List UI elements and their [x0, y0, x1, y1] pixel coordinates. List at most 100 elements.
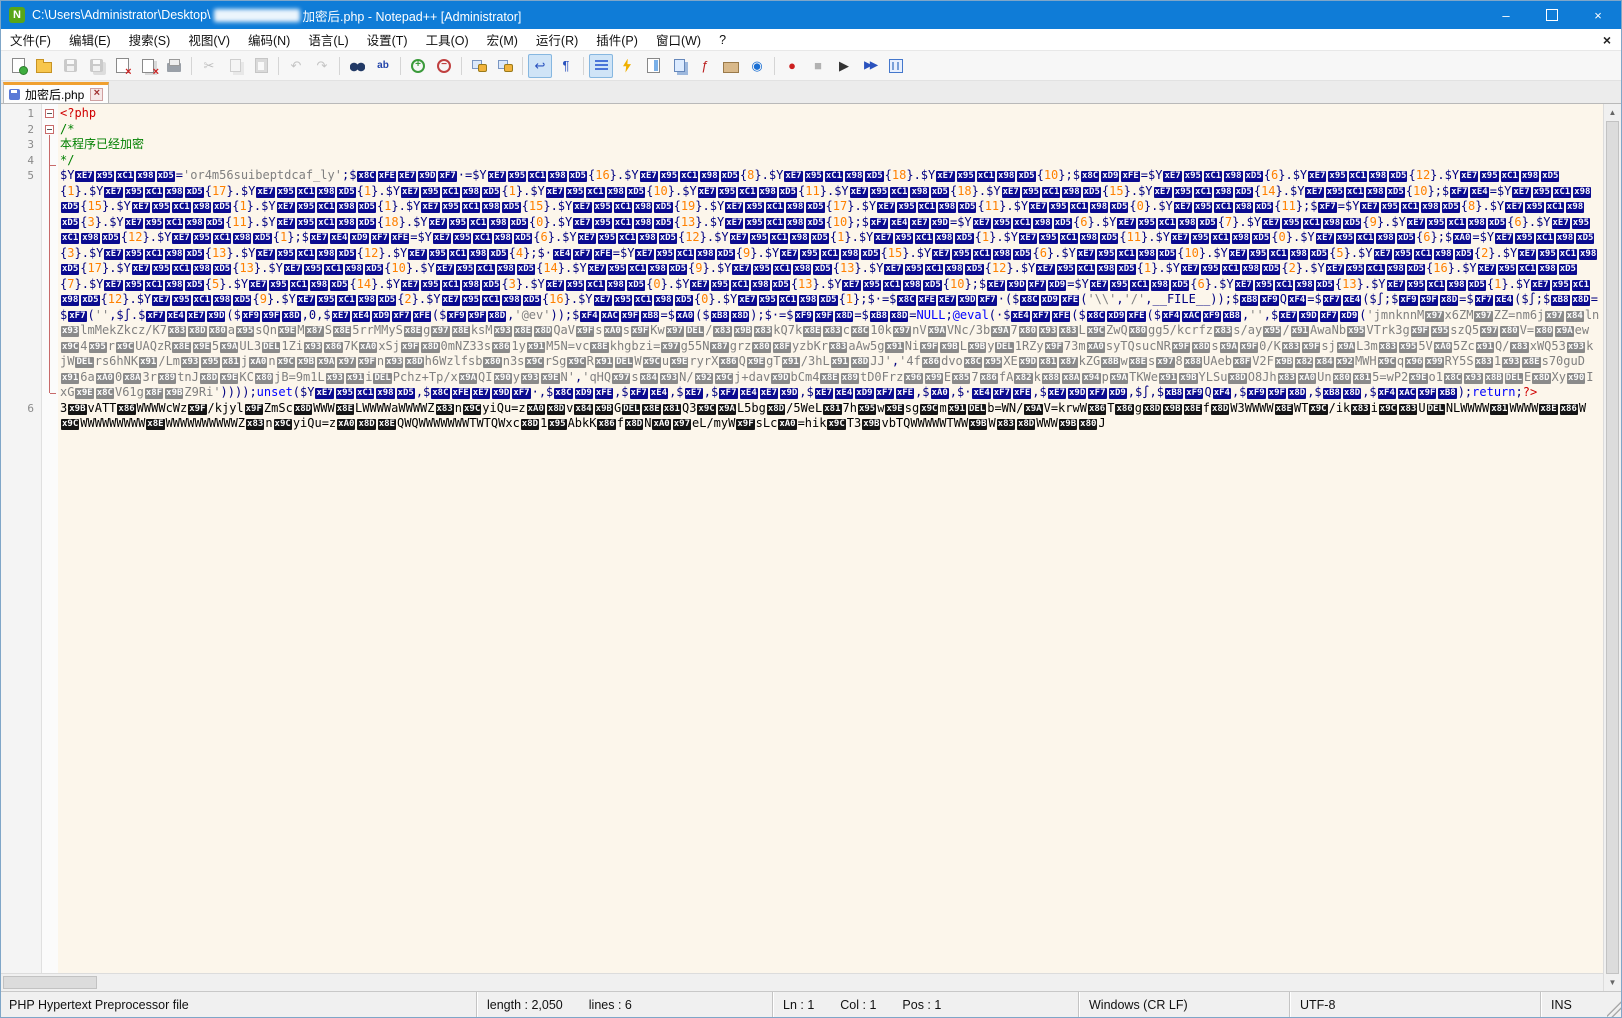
- control-char-block: x9D: [1007, 280, 1025, 291]
- macro-record-button[interactable]: ●: [780, 54, 804, 78]
- control-char-block: x95: [1022, 187, 1040, 198]
- show-all-characters-button[interactable]: ¶: [554, 54, 578, 78]
- control-char-block: x9D: [1068, 388, 1086, 399]
- copy-button[interactable]: [223, 54, 247, 78]
- menu-item-12[interactable]: ?: [710, 31, 735, 49]
- control-char-block: x8E: [452, 326, 470, 337]
- launch-shortcut-button[interactable]: [615, 54, 639, 78]
- save-all-button[interactable]: [84, 54, 108, 78]
- control-char-block: x9A: [991, 326, 1009, 337]
- save-button[interactable]: [58, 54, 82, 78]
- menu-item-5[interactable]: 语言(L): [299, 28, 357, 51]
- menu-item-4[interactable]: 编码(N): [239, 28, 299, 51]
- status-insert-mode[interactable]: INS: [1540, 992, 1607, 1017]
- close-button[interactable]: ×: [1575, 1, 1621, 29]
- menu-item-1[interactable]: 编辑(E): [60, 28, 120, 51]
- fold-collapse-icon[interactable]: [45, 125, 54, 134]
- sync-vertical-scroll-button[interactable]: [467, 54, 491, 78]
- code-line-6[interactable]: 3x9BvATTx86WWWWcWzx9F/kjylx9FZmScx8DWWWx…: [60, 401, 1600, 432]
- menu-item-8[interactable]: 宏(M): [478, 28, 527, 51]
- replace-button[interactable]: ab: [371, 54, 395, 78]
- control-char-block: xFE: [594, 249, 612, 260]
- menu-item-2[interactable]: 搜索(S): [120, 28, 180, 51]
- new-file-button[interactable]: [6, 54, 30, 78]
- scroll-up-icon[interactable]: ▲: [1604, 104, 1621, 121]
- control-char-block: x9F: [245, 404, 263, 415]
- maximize-button[interactable]: [1529, 1, 1575, 29]
- horizontal-scrollbar-thumb[interactable]: [3, 976, 97, 989]
- find-button[interactable]: [345, 54, 369, 78]
- tab-encrypted-php[interactable]: 加密后.php ×: [3, 82, 109, 103]
- control-char-block: x98: [1295, 280, 1313, 291]
- control-char-block: x9E: [193, 342, 211, 353]
- open-file-button[interactable]: [32, 54, 56, 78]
- horizontal-scrollbar[interactable]: [1, 973, 1603, 991]
- macro-save-button[interactable]: [884, 54, 908, 78]
- scroll-down-icon[interactable]: ▼: [1604, 974, 1621, 991]
- folder-as-workspace-button[interactable]: [719, 54, 743, 78]
- menu-item-9[interactable]: 运行(R): [527, 28, 587, 51]
- resize-grip[interactable]: [1607, 992, 1621, 1017]
- macro-stop-button[interactable]: ■: [806, 54, 830, 78]
- control-char-block: x95: [125, 249, 143, 260]
- zoom-out-button[interactable]: −: [432, 54, 456, 78]
- cut-button[interactable]: ✂: [197, 54, 221, 78]
- line-number-3: 3: [27, 137, 34, 153]
- menu-item-7[interactable]: 工具(O): [417, 28, 478, 51]
- control-char-block: xC1: [1204, 171, 1222, 182]
- code-line-3[interactable]: 本程序已经加密: [60, 137, 1600, 153]
- sync-horizontal-scroll-button[interactable]: [493, 54, 517, 78]
- control-char-block: x9F: [468, 311, 486, 322]
- word-wrap-button[interactable]: ↩: [528, 54, 552, 78]
- redo-button[interactable]: ↷: [310, 54, 334, 78]
- document-map-button[interactable]: [641, 54, 665, 78]
- fold-collapse-icon[interactable]: [45, 109, 54, 118]
- code-line-5[interactable]: $YxE7x95xC1x98xD5='or4m56suibeptdcaf_ly'…: [60, 168, 1600, 401]
- fold-margin[interactable]: [42, 104, 58, 973]
- title-bar[interactable]: N C:\Users\Administrator\Desktop\加密后.php…: [1, 1, 1621, 29]
- zoom-in-button[interactable]: +: [406, 54, 430, 78]
- control-char-block: xE7: [1512, 187, 1530, 198]
- menu-item-0[interactable]: 文件(F): [1, 28, 60, 51]
- code-area[interactable]: <?php/*本程序已经加密*/$YxE7x95xC1x98xD5='or4m5…: [60, 104, 1600, 432]
- code-line-4[interactable]: */: [60, 153, 1600, 169]
- control-char-block: xE7: [1279, 311, 1297, 322]
- document-list-button[interactable]: [667, 54, 691, 78]
- menu-item-6[interactable]: 设置(T): [358, 28, 417, 51]
- control-char-block: xE7: [842, 280, 860, 291]
- code-line-1[interactable]: <?php: [60, 106, 1600, 122]
- control-char-block: DEL: [968, 404, 986, 415]
- close-file-button[interactable]: [110, 54, 134, 78]
- editor[interactable]: 123456 <?php/*本程序已经加密*/$YxE7x95xC1x98xD5…: [1, 104, 1603, 973]
- minimize-button[interactable]: –: [1483, 1, 1529, 29]
- control-char-block: x86: [922, 357, 940, 368]
- vertical-scrollbar-thumb[interactable]: [1606, 121, 1619, 974]
- menu-close-icon[interactable]: ×: [1603, 32, 1611, 48]
- control-char-block: x9F: [1268, 388, 1286, 399]
- print-button[interactable]: [162, 54, 186, 78]
- tab-close-icon[interactable]: ×: [90, 88, 103, 101]
- menu-item-11[interactable]: 窗口(W): [647, 28, 710, 51]
- control-char-block: xF9: [242, 311, 260, 322]
- undo-button[interactable]: ↶: [284, 54, 308, 78]
- close-all-button[interactable]: [136, 54, 160, 78]
- menu-item-3[interactable]: 视图(V): [179, 28, 239, 51]
- paste-button[interactable]: [249, 54, 273, 78]
- function-list-button[interactable]: ƒ: [693, 54, 717, 78]
- menu-item-10[interactable]: 插件(P): [587, 28, 647, 51]
- status-encoding[interactable]: UTF-8: [1289, 992, 1540, 1017]
- control-char-block: xD5: [185, 280, 203, 291]
- monitoring-button[interactable]: ◉: [745, 54, 769, 78]
- macro-play-button[interactable]: ▶: [832, 54, 856, 78]
- control-char-block: x91: [1159, 373, 1177, 384]
- macro-run-multiple-button[interactable]: ▶▶: [858, 54, 882, 78]
- code-line-2[interactable]: /*: [60, 122, 1600, 138]
- control-char-block: x98: [654, 295, 672, 306]
- control-char-block: x98: [607, 187, 625, 198]
- status-eol-format[interactable]: Windows (CR LF): [1078, 992, 1289, 1017]
- control-char-block: x81: [1353, 373, 1371, 384]
- vertical-scrollbar[interactable]: ▲ ▼: [1603, 104, 1621, 991]
- indent-guide-button[interactable]: [589, 54, 613, 78]
- control-char-block: x93: [494, 326, 512, 337]
- toolbar-separator: [461, 57, 462, 75]
